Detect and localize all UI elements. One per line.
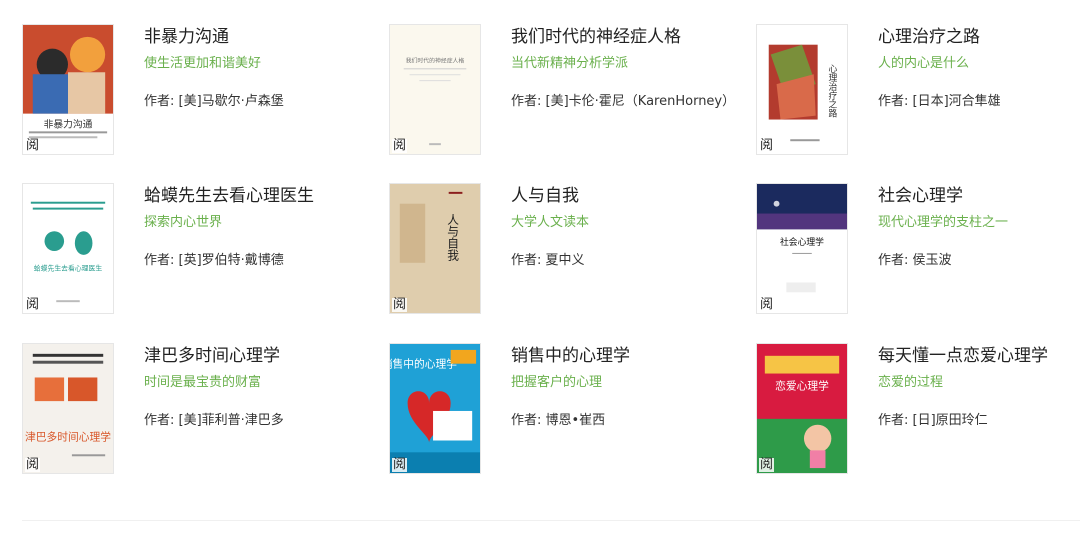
book-title[interactable]: 非暴力沟通 <box>144 22 229 47</box>
book-cover[interactable]: 心理治疗之路 阅 <box>756 24 848 155</box>
cover-art: 人与自我 <box>390 184 480 313</box>
book-author: 作者: 侯玉波 <box>878 253 952 268</box>
cover-art: 津巴多时间心理学 <box>23 344 113 473</box>
cover-art: 社会心理学 <box>757 184 847 313</box>
read-mark: 阅 <box>392 297 408 312</box>
book-author: 作者: [日本]河合隼雄 <box>878 94 1001 109</box>
cover-art: 销售中的心理学 <box>390 344 480 473</box>
cover-art: 我们时代的神经症人格 <box>390 25 480 154</box>
book-title[interactable]: 销售中的心理学 <box>511 341 630 366</box>
book-subtitle: 当代新精神分析学派 <box>511 56 629 71</box>
cover-title-text: 心理治疗之路 <box>826 64 836 118</box>
cover-title-text: 销售中的心理学 <box>390 358 457 371</box>
book-subtitle: 现代心理学的支柱之一 <box>878 215 1009 230</box>
book-title[interactable]: 蛤蟆先生去看心理医生 <box>144 181 314 206</box>
read-mark: 阅 <box>759 297 775 312</box>
book-subtitle: 时间是最宝贵的财富 <box>144 375 262 390</box>
read-mark: 阅 <box>392 138 408 153</box>
cover-art: 蛤蟆先生去看心理医生 <box>23 184 113 313</box>
book-title[interactable]: 人与自我 <box>511 181 579 206</box>
cover-art: 心理治疗之路 <box>757 25 847 154</box>
book-card[interactable]: 津巴多时间心理学 阅 津巴多时间心理学 时间是最宝贵的财富 作者: [美]菲利普… <box>0 343 360 493</box>
cover-title-text: 我们时代的神经症人格 <box>406 56 465 64</box>
book-subtitle: 大学人文读本 <box>511 215 590 230</box>
book-subtitle: 探索内心世界 <box>144 215 223 230</box>
book-cover[interactable]: 津巴多时间心理学 阅 <box>22 343 114 474</box>
cover-title-text: 社会心理学 <box>780 236 824 248</box>
book-grid: 非暴力沟通 阅 非暴力沟通 使生活更加和谐美好 作者: [美]马歇尔·卢森堡 我… <box>0 0 1080 533</box>
book-author: 作者: 博恩•崔西 <box>511 413 606 428</box>
cover-art: 恋爱心理学 <box>757 344 847 473</box>
read-mark: 阅 <box>25 457 41 472</box>
book-title[interactable]: 社会心理学 <box>878 181 963 206</box>
book-author: 作者: [美]卡伦·霍尼（KarenHorney） <box>511 94 736 109</box>
book-author: 作者: [日]原田玲仁 <box>878 413 988 428</box>
book-card[interactable]: 恋爱心理学 阅 每天懂一点恋爱心理学 恋爱的过程 作者: [日]原田玲仁 <box>734 343 1080 493</box>
book-subtitle: 恋爱的过程 <box>878 375 944 390</box>
book-author: 作者: [美]菲利普·津巴多 <box>144 413 284 428</box>
book-cover[interactable]: 销售中的心理学 阅 <box>389 343 481 474</box>
book-author: 作者: [美]马歇尔·卢森堡 <box>144 94 284 109</box>
read-mark: 阅 <box>759 138 775 153</box>
book-subtitle: 人的内心是什么 <box>878 56 970 71</box>
book-card[interactable]: 社会心理学 阅 社会心理学 现代心理学的支柱之一 作者: 侯玉波 <box>734 183 1080 333</box>
book-cover[interactable]: 我们时代的神经症人格 阅 <box>389 24 481 155</box>
book-cover[interactable]: 非暴力沟通 阅 <box>22 24 114 155</box>
book-card[interactable]: 我们时代的神经症人格 阅 我们时代的神经症人格 当代新精神分析学派 作者: [美… <box>367 22 735 174</box>
read-mark: 阅 <box>392 457 408 472</box>
cover-title-text: 人与自我 <box>446 214 460 261</box>
cover-title-text: 非暴力沟通 <box>44 117 93 130</box>
read-mark: 阅 <box>759 457 775 472</box>
book-title[interactable]: 心理治疗之路 <box>878 22 980 47</box>
read-mark: 阅 <box>25 138 41 153</box>
book-cover[interactable]: 人与自我 阅 <box>389 183 481 314</box>
book-card[interactable]: 心理治疗之路 阅 心理治疗之路 人的内心是什么 作者: [日本]河合隼雄 <box>734 24 1080 174</box>
book-subtitle: 把握客户的心理 <box>511 375 603 390</box>
book-cover[interactable]: 蛤蟆先生去看心理医生 阅 <box>22 183 114 314</box>
book-author: 作者: [英]罗伯特·戴博德 <box>144 253 284 268</box>
book-card[interactable]: 蛤蟆先生去看心理医生 阅 蛤蟆先生去看心理医生 探索内心世界 作者: [英]罗伯… <box>0 183 360 333</box>
book-cover[interactable]: 社会心理学 阅 <box>756 183 848 314</box>
book-title[interactable]: 津巴多时间心理学 <box>144 341 280 366</box>
book-card[interactable]: 人与自我 阅 人与自我 大学人文读本 作者: 夏中义 <box>367 183 727 333</box>
read-mark: 阅 <box>25 297 41 312</box>
book-card[interactable]: 销售中的心理学 阅 销售中的心理学 把握客户的心理 作者: 博恩•崔西 <box>367 343 727 493</box>
book-cover[interactable]: 恋爱心理学 阅 <box>756 343 848 474</box>
cover-title-text: 恋爱心理学 <box>775 379 829 392</box>
cover-art: 非暴力沟通 <box>23 25 113 154</box>
section-divider <box>22 520 1080 521</box>
book-title[interactable]: 每天懂一点恋爱心理学 <box>878 341 1048 366</box>
book-card[interactable]: 非暴力沟通 阅 非暴力沟通 使生活更加和谐美好 作者: [美]马歇尔·卢森堡 <box>0 24 360 174</box>
book-title[interactable]: 我们时代的神经症人格 <box>511 22 681 47</box>
book-author: 作者: 夏中义 <box>511 253 585 268</box>
cover-title-text: 津巴多时间心理学 <box>25 430 111 443</box>
book-subtitle: 使生活更加和谐美好 <box>144 56 262 71</box>
cover-title-text: 蛤蟆先生去看心理医生 <box>34 264 103 273</box>
